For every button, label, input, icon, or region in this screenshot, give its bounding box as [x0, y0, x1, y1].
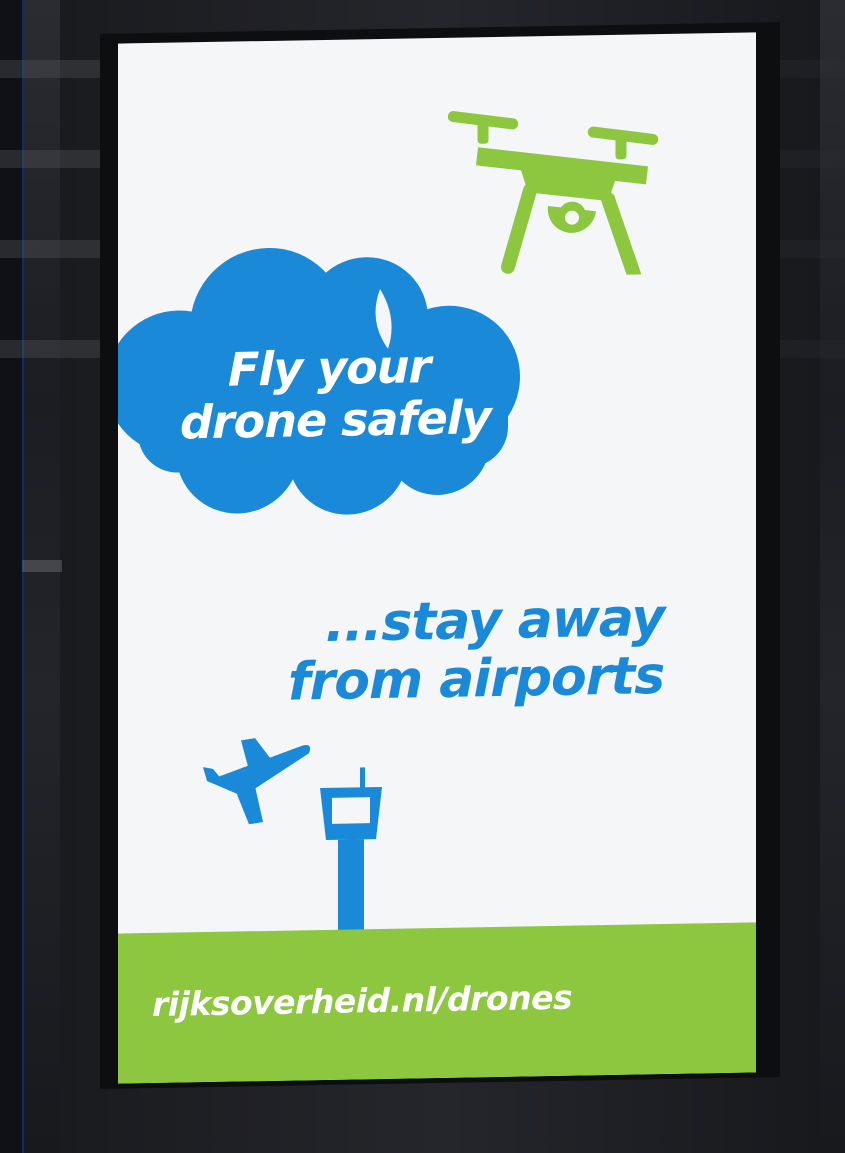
headline-line-1: Fly your [228, 339, 431, 397]
tagline-line-1: ...stay away [325, 588, 665, 654]
tagline-line-2: from airports [288, 646, 665, 713]
tagline: ...stay away from airports [288, 588, 665, 713]
photo-scene: Fly your drone safely ...stay away from … [0, 0, 845, 1153]
url-text: rijksoverheid.nl/drones [152, 977, 573, 1024]
display-screen: Fly your drone safely ...stay away from … [118, 32, 756, 1084]
left-edge [0, 0, 24, 1153]
ceiling-light [22, 560, 62, 572]
airplane-icon [203, 738, 311, 825]
control-tower-icon [320, 767, 382, 938]
headline-line-2: drone safely [180, 390, 491, 450]
url-banner: rijksoverheid.nl/drones [118, 922, 756, 1084]
headline: Fly your drone safely [180, 339, 491, 450]
